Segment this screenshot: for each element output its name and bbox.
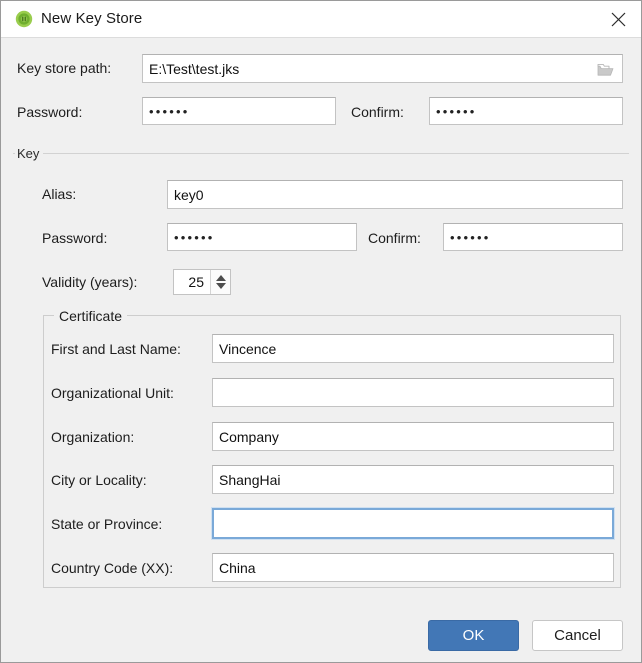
cert-organizational-unit-input[interactable] — [212, 378, 614, 407]
key-store-password-label: Password: — [17, 104, 83, 120]
cert-first-last-name-label: First and Last Name: — [51, 341, 181, 357]
cert-country-code-value: China — [219, 559, 256, 576]
key-store-path-label: Key store path: — [17, 60, 112, 76]
arrow-up-icon[interactable] — [215, 275, 226, 281]
key-store-password-value: •••••• — [149, 103, 190, 119]
arrow-down-icon[interactable] — [215, 283, 226, 289]
ok-button[interactable]: OK — [428, 620, 519, 651]
cert-organization-input[interactable]: Company — [212, 422, 614, 451]
cert-organizational-unit-label: Organizational Unit: — [51, 385, 174, 401]
cert-organization-value: Company — [219, 428, 279, 445]
key-validity-stepper[interactable]: 25 — [173, 269, 231, 295]
key-confirm-value: •••••• — [450, 229, 491, 245]
key-store-path-value: E:\Test\test.jks — [149, 60, 240, 77]
key-confirm-label: Confirm: — [368, 230, 421, 246]
window-title: New Key Store — [41, 10, 143, 27]
cert-organization-label: Organization: — [51, 429, 135, 445]
key-password-value: •••••• — [174, 229, 215, 245]
key-password-input[interactable]: •••••• — [167, 223, 357, 251]
android-app-icon — [15, 10, 33, 28]
folder-open-icon[interactable] — [590, 57, 620, 82]
cert-country-code-input[interactable]: China — [212, 553, 614, 582]
key-group-separator — [13, 153, 629, 154]
key-validity-arrows[interactable] — [210, 270, 230, 294]
cert-state-province-label: State or Province: — [51, 516, 163, 532]
key-confirm-input[interactable]: •••••• — [443, 223, 623, 251]
key-validity-label: Validity (years): — [42, 274, 138, 290]
close-icon[interactable] — [595, 1, 641, 37]
title-bar: New Key Store — [1, 1, 641, 38]
cert-state-province-input[interactable] — [212, 508, 614, 539]
key-store-confirm-input[interactable]: •••••• — [429, 97, 623, 125]
certificate-group-title: Certificate — [54, 308, 128, 324]
key-store-confirm-label: Confirm: — [351, 104, 404, 120]
new-key-store-dialog: New Key Store Key store path: E:\Test\te… — [0, 0, 642, 663]
cert-city-locality-label: City or Locality: — [51, 472, 147, 488]
ok-button-label: OK — [462, 627, 485, 644]
key-group-title: Key — [15, 146, 44, 161]
key-store-confirm-value: •••••• — [436, 103, 477, 119]
cert-country-code-label: Country Code (XX): — [51, 560, 174, 576]
key-alias-value: key0 — [174, 186, 204, 203]
cert-first-last-name-input[interactable]: Vincence — [212, 334, 614, 363]
key-store-password-input[interactable]: •••••• — [142, 97, 336, 125]
key-validity-value[interactable]: 25 — [174, 270, 210, 294]
key-alias-label: Alias: — [42, 186, 77, 202]
cancel-button[interactable]: Cancel — [532, 620, 623, 651]
cancel-button-label: Cancel — [554, 627, 601, 644]
key-alias-input[interactable]: key0 — [167, 180, 623, 209]
key-store-path-input[interactable]: E:\Test\test.jks — [142, 54, 623, 83]
cert-city-locality-value: ShangHai — [219, 471, 281, 488]
cert-city-locality-input[interactable]: ShangHai — [212, 465, 614, 494]
key-password-label: Password: — [42, 230, 108, 246]
cert-first-last-name-value: Vincence — [219, 340, 277, 357]
